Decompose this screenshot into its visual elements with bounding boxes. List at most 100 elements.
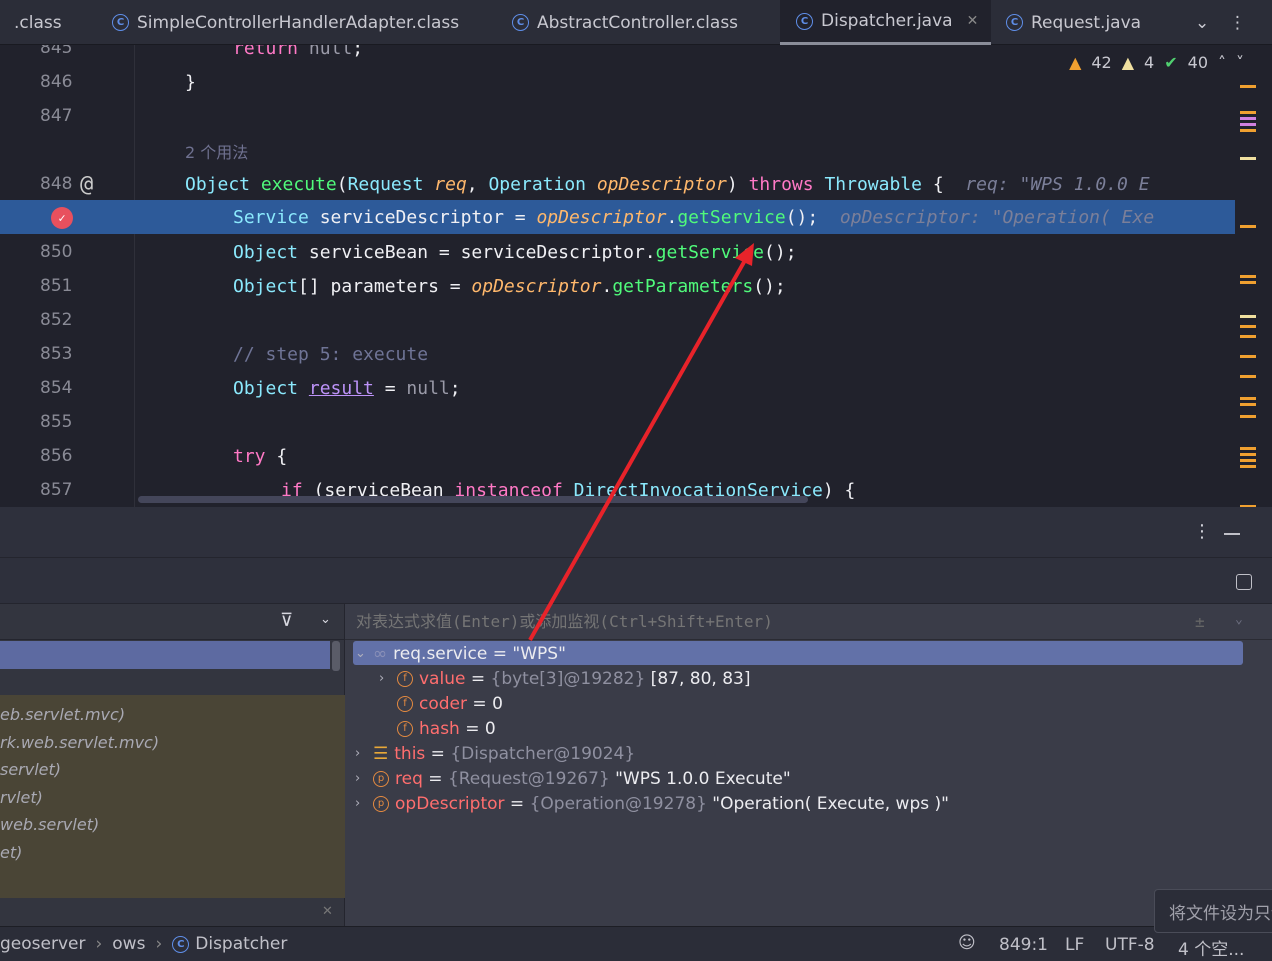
stack-frame[interactable]: et) (0, 843, 22, 862)
code-line[interactable]: 849✓Service serviceDescriptor = opDescri… (0, 200, 1235, 234)
implements-icon[interactable]: @ (80, 172, 93, 197)
variable-row[interactable]: › f value = {byte[3]@19282} [87, 80, 83] (379, 666, 750, 691)
code-editor[interactable]: 845 return null; 846} 847 848 @ Object execute… (0, 45, 1272, 507)
close-tab-icon[interactable]: ✕ (967, 13, 979, 29)
caret-position[interactable]: 849:1 (999, 935, 1048, 955)
evaluate-expression-input[interactable] (356, 612, 1176, 631)
code-token: { (932, 173, 966, 195)
code-token: Object (233, 275, 299, 297)
equals: = (465, 668, 491, 689)
add-watch-icon[interactable]: ± (1195, 612, 1205, 631)
close-icon[interactable]: ✕ (322, 904, 333, 919)
class-icon: C (1006, 14, 1023, 31)
expand-chevron-icon[interactable]: › (355, 771, 367, 786)
weak-warning-icon: ▲ (1121, 53, 1135, 72)
parameter-icon: p (373, 795, 389, 812)
copilot-icon[interactable]: ☺ (958, 933, 976, 953)
code-token: Throwable (824, 173, 933, 195)
tab-list-chevron-icon[interactable]: ⌄ (1195, 0, 1209, 45)
stack-frame[interactable]: rk.web.servlet.mvc) (0, 733, 159, 752)
code-token: // step 5: execute (233, 343, 429, 365)
tab-simple-controller-handler-adapter[interactable]: C SimpleControllerHandlerAdapter.class (112, 0, 459, 45)
breadcrumb-item[interactable]: ows (112, 934, 145, 954)
code-line[interactable]: 850 Object serviceBean = serviceDescripto… (0, 235, 1235, 269)
status-bar: geoserver › ows › C Dispatcher ☺ 849:1 LF U… (0, 926, 1272, 961)
breadcrumb-item[interactable]: Dispatcher (195, 934, 287, 954)
field-icon: f (397, 695, 413, 712)
indent-setting[interactable]: 4 个空... (1178, 935, 1244, 960)
typo-check-icon: ✔ (1164, 53, 1178, 72)
editor-tabs: .class C SimpleControllerHandlerAdapter.c… (0, 0, 1272, 45)
line-separator[interactable]: LF (1065, 935, 1084, 955)
variable-value: "WPS" (512, 643, 566, 664)
frames-scrollbar[interactable] (332, 641, 340, 671)
code-line[interactable]: 854 Object result = null; (0, 371, 1235, 405)
variable-row[interactable]: › p req = {Request@19267} "WPS 1.0.0 Execu… (355, 766, 791, 791)
more-icon[interactable]: ⋮ (1229, 0, 1246, 45)
tab-dispatcher[interactable]: C Dispatcher.java ✕ (780, 0, 991, 45)
variable-name: hash (419, 718, 460, 739)
expand-chevron-icon[interactable]: ⌄ (355, 646, 367, 661)
previous-highlight-icon[interactable]: ˄ (1218, 53, 1226, 72)
code-line[interactable]: 853 // step 5: execute (0, 337, 1235, 371)
stack-frame[interactable]: eb.servlet.mvc) (0, 705, 125, 724)
code-token: null (406, 377, 450, 399)
parameter-icon: p (373, 770, 389, 787)
next-highlight-icon[interactable]: ˅ (1236, 53, 1244, 72)
variable-row[interactable]: ⌄ ∞ req.service = "WPS" (355, 641, 566, 666)
tab-abstract-controller[interactable]: C AbstractController.class (512, 0, 738, 45)
debug-subtoolbar (0, 558, 1272, 604)
code-line[interactable]: 855 (0, 405, 1235, 439)
layout-icon[interactable] (1236, 574, 1252, 590)
equals: = (487, 643, 513, 664)
read-only-tooltip[interactable]: 将文件设为只读 (1154, 889, 1272, 933)
frames-dropdown-icon[interactable]: ⌄ (320, 612, 331, 627)
code-token: req: "WPS 1.0.0 E (965, 173, 1150, 195)
stack-frame[interactable]: web.servlet) (0, 815, 99, 834)
code-text: try { (233, 446, 287, 467)
code-line[interactable]: 851 Object[] parameters = opDescriptor.ge… (0, 269, 1235, 303)
usages-hint[interactable]: 2 个用法 (185, 139, 248, 163)
stack-frame[interactable]: rvlet) (0, 788, 43, 807)
line-number: 855 (40, 412, 73, 432)
code-line[interactable]: 846} (0, 65, 1235, 99)
inspection-widget[interactable]: ▲ 42 ▲ 4 ✔ 40 ˄ ˅ (1069, 53, 1244, 72)
variable-row[interactable]: › p opDescriptor = {Operation@19278} "Oper… (355, 791, 949, 816)
code-line[interactable]: 845 return null; (0, 45, 1235, 65)
expand-chevron-icon[interactable]: › (355, 796, 367, 811)
line-number: 846 (40, 72, 73, 92)
minimize-icon[interactable] (1224, 533, 1240, 535)
expand-chevron-icon[interactable]: › (379, 671, 391, 686)
code-text: } (185, 72, 196, 93)
line-number: 854 (40, 378, 73, 398)
variable-row[interactable]: f hash = 0 (379, 716, 496, 741)
tab-request[interactable]: C Request.java (1006, 0, 1141, 45)
breakpoint-icon[interactable]: ✓ (51, 207, 73, 229)
code-text: Object result = null; (233, 378, 461, 399)
class-icon: C (172, 935, 190, 953)
code-token: execute (260, 173, 337, 195)
expand-chevron-icon[interactable]: › (355, 746, 367, 761)
history-dropdown-icon[interactable]: ⌄ (1235, 612, 1243, 627)
tab-class[interactable]: .class (14, 0, 62, 45)
horizontal-scrollbar[interactable] (138, 496, 808, 503)
code-token: = (373, 377, 407, 399)
breadcrumb-item[interactable]: geoserver (0, 934, 85, 954)
code-token: getService (655, 241, 765, 263)
more-options-icon[interactable]: ⋮ (1193, 521, 1211, 542)
stack-frame[interactable]: servlet) (0, 760, 61, 779)
variable-row[interactable]: › ☰ this = {Dispatcher@19024} (355, 741, 635, 766)
code-line[interactable]: 852 (0, 303, 1235, 337)
code-token: . (601, 275, 613, 297)
selected-frame[interactable] (0, 641, 330, 669)
code-line[interactable]: 848 @ Object execute(Request req, Operatio… (0, 167, 1235, 201)
code-line[interactable]: 856 try { (0, 439, 1235, 473)
file-encoding[interactable]: UTF-8 (1105, 935, 1155, 955)
code-line[interactable]: 847 (0, 99, 1235, 133)
code-token: ; (352, 45, 364, 59)
line-number: 850 (40, 242, 73, 262)
variable-value: 0 (484, 718, 496, 739)
variable-name: this (394, 743, 426, 764)
variable-row[interactable]: f coder = 0 (379, 691, 503, 716)
filter-icon[interactable]: ⊽ (280, 610, 293, 631)
